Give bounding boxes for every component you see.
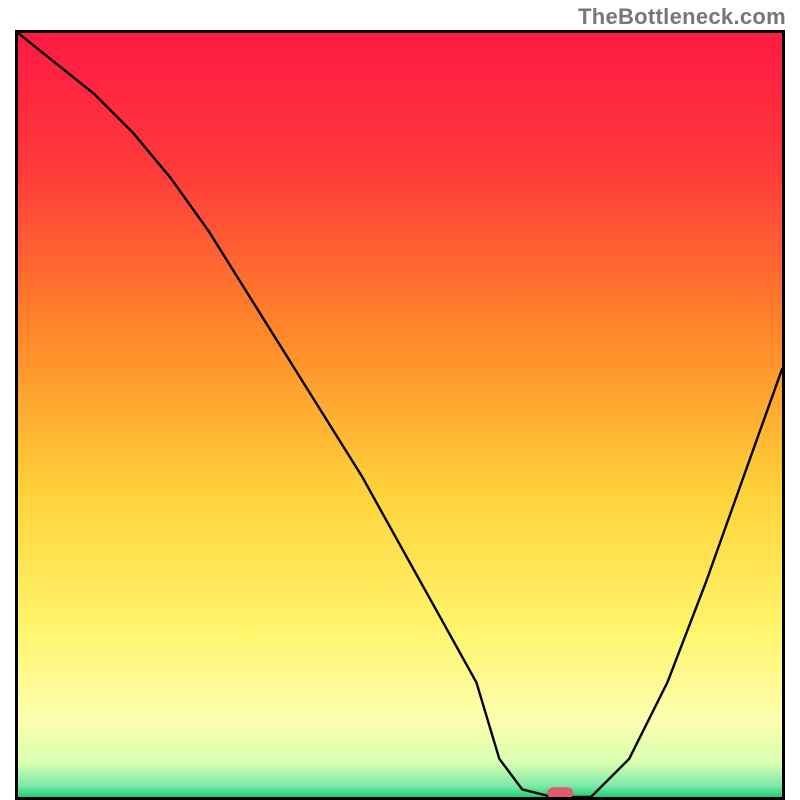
watermark-text: TheBottleneck.com [578, 4, 786, 30]
chart-frame [15, 30, 785, 800]
marker-pill [547, 787, 573, 797]
chart-svg [18, 33, 782, 797]
